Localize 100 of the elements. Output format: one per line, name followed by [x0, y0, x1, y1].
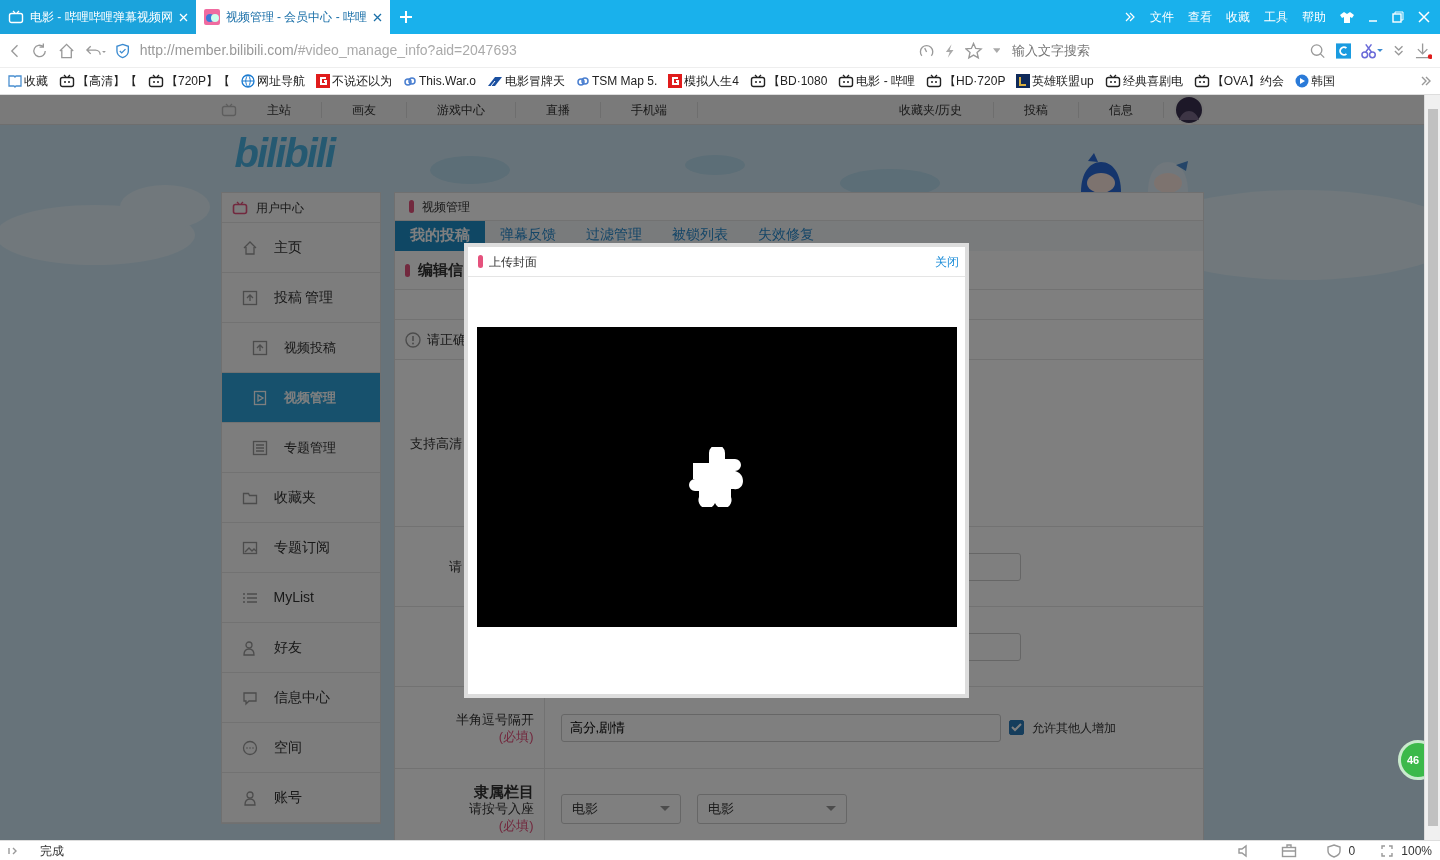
chevrons-icon[interactable]: [1420, 75, 1432, 87]
anime-tab-icon: [203, 9, 220, 25]
globe-icon: [241, 74, 256, 88]
bookmark-link[interactable]: 【BD·1080: [750, 72, 828, 90]
refresh-icon[interactable]: [31, 41, 49, 60]
tv-icon: [838, 74, 855, 88]
close-link[interactable]: 关闭: [935, 252, 959, 271]
scrollbar[interactable]: [1424, 95, 1440, 840]
sidebar-item[interactable]: 视频管理: [221, 373, 380, 423]
speed-icon[interactable]: [918, 42, 935, 59]
app-icon[interactable]: [1335, 42, 1351, 59]
image-icon: [241, 539, 258, 556]
sidebar-item[interactable]: 收藏夹: [221, 473, 380, 523]
tv-icon: [59, 74, 75, 88]
fullscreen-icon[interactable]: [1381, 845, 1394, 857]
nav-link[interactable]: 主站: [236, 102, 322, 118]
caret-icon[interactable]: [992, 47, 1001, 54]
chevron-icon[interactable]: [8, 846, 18, 856]
restore-icon[interactable]: [1392, 11, 1404, 23]
sidebar-item[interactable]: 专题管理: [221, 423, 380, 473]
blocked-count: 0: [1348, 843, 1356, 860]
nav-link[interactable]: 游戏中心: [406, 102, 516, 118]
double-chevron-icon[interactable]: [1393, 43, 1405, 58]
sidebar-item[interactable]: 信息中心: [221, 673, 380, 723]
search-icon[interactable]: [1310, 42, 1326, 59]
browser-tab[interactable]: 视频管理 - 会员中心 - 哔哩: [195, 0, 390, 34]
sidebar-item[interactable]: 好友: [221, 623, 380, 673]
nav-link[interactable]: 信息: [1078, 102, 1164, 118]
caret-icon[interactable]: [825, 805, 836, 812]
bookmark-link[interactable]: 韩国: [1295, 72, 1336, 90]
bookmark-link[interactable]: 英雄联盟up: [1016, 72, 1094, 90]
tab[interactable]: 过滤管理: [570, 221, 657, 251]
sidebar-item[interactable]: 空间: [221, 723, 380, 773]
tab[interactable]: 弹幕反馈: [484, 221, 571, 251]
category-select[interactable]: 电影: [560, 793, 681, 824]
category-select[interactable]: 电影: [696, 793, 847, 824]
bookmark-link[interactable]: 电影冒牌天: [486, 72, 565, 90]
emblem-icon: [1016, 74, 1031, 88]
tags-field[interactable]: 高分,剧情: [560, 713, 1001, 742]
accent-bar: [478, 255, 483, 268]
scissors-icon[interactable]: [1360, 42, 1384, 59]
nav-link[interactable]: 收藏夹/历史: [869, 102, 994, 118]
bookmark-link[interactable]: 【HD·720P: [926, 72, 1006, 90]
download-icon[interactable]: [1414, 41, 1432, 60]
sidebar-item[interactable]: MyList: [221, 573, 380, 623]
home-icon[interactable]: [58, 41, 76, 60]
sidebar-item[interactable]: 主页: [221, 223, 380, 273]
bookmark-link[interactable]: This.War.o: [403, 72, 476, 90]
required-note: (必填): [498, 727, 534, 745]
nav-link[interactable]: 画友: [321, 102, 407, 118]
document-icon: [251, 439, 268, 456]
bookmark-link[interactable]: 【OVA】约会: [1193, 72, 1285, 90]
zoom-level[interactable]: 100%: [1401, 842, 1432, 860]
field-label: 隶属栏目: [473, 783, 534, 800]
tv-icon: [1104, 74, 1121, 88]
avatar-icon[interactable]: [1173, 95, 1204, 125]
people-icon: [241, 639, 258, 656]
browser-tab[interactable]: 电影 - 哔哩哔哩弹幕视频网: [0, 0, 196, 34]
new-tab-icon[interactable]: [400, 11, 412, 23]
panel-title: 视频管理: [421, 198, 470, 216]
nav-link[interactable]: 直播: [515, 102, 601, 118]
sidebar-item[interactable]: 投稿 管理: [221, 273, 380, 323]
bookmark-link[interactable]: 不说还以为: [316, 72, 393, 90]
toolbox-icon[interactable]: [1280, 844, 1297, 858]
menu-item[interactable]: 帮助: [1302, 8, 1326, 26]
checkbox[interactable]: [1008, 720, 1024, 735]
tv-icon: [1193, 74, 1210, 88]
tv-icon[interactable]: [220, 103, 237, 117]
bookmark-link[interactable]: 模拟人生4: [668, 72, 739, 90]
menu-item[interactable]: 工具: [1264, 8, 1288, 26]
caret-icon[interactable]: [659, 805, 670, 812]
tab[interactable]: 我的投稿: [394, 221, 485, 251]
bookmark-link[interactable]: 电影 - 哔哩: [838, 72, 916, 90]
accent-bar: [404, 263, 410, 277]
bookmark-link[interactable]: 网址导航: [241, 72, 306, 90]
sidebar-item[interactable]: 账号: [221, 773, 380, 823]
checkbox-label: 允许其他人增加: [1031, 719, 1116, 737]
bookmark-link[interactable]: 【高清】【: [59, 72, 137, 90]
close-icon[interactable]: [373, 12, 382, 22]
bookmark-link[interactable]: 收藏: [8, 72, 48, 90]
shield-icon[interactable]: [1326, 844, 1341, 858]
nav-link[interactable]: 投稿: [993, 102, 1079, 118]
bookmark-link[interactable]: TSM Map 5.: [575, 72, 658, 90]
address-field[interactable]: http://member.bilibili.com/#video_manage_info?aid=2047693: [139, 40, 909, 61]
menu-item[interactable]: 收藏: [1226, 8, 1250, 26]
bookmark-link[interactable]: 【720P】【: [148, 72, 231, 90]
shirt-icon[interactable]: [1340, 11, 1354, 23]
star-icon[interactable]: [965, 41, 983, 60]
menu-item[interactable]: 文件: [1150, 8, 1174, 26]
tab[interactable]: 失效修复: [742, 221, 829, 251]
film-icon: [486, 74, 503, 88]
field-hint: 半角逗号隔开: [455, 710, 534, 728]
video-icon: [251, 389, 268, 406]
sidebar-item[interactable]: 专题订阅: [221, 523, 380, 573]
flash-icon[interactable]: [944, 42, 956, 59]
menu-item[interactable]: 查看: [1188, 8, 1212, 26]
bookmark-link[interactable]: 经典喜剧电: [1104, 72, 1183, 90]
tab[interactable]: 被锁列表: [656, 221, 743, 251]
nav-link[interactable]: 手机端: [600, 102, 698, 118]
accent-bar: [408, 200, 414, 213]
